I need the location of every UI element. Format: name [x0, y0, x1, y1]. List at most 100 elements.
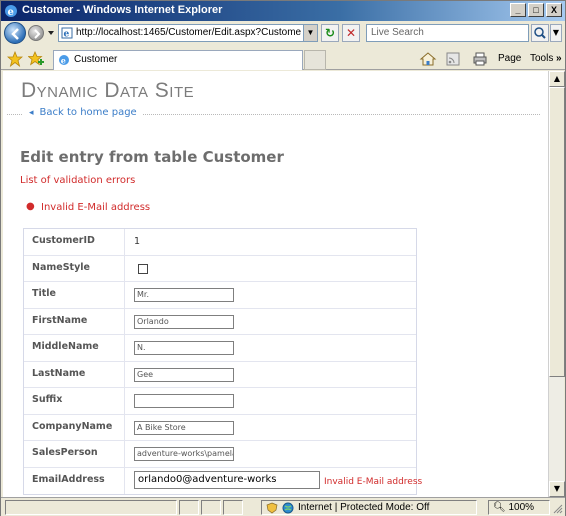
page-menu-label: Page — [498, 53, 522, 64]
search-input[interactable]: Live Search — [366, 24, 529, 42]
scroll-up-arrow-icon[interactable]: ▲ — [549, 71, 565, 87]
back-button[interactable] — [4, 22, 26, 44]
history-dropdown-icon[interactable] — [47, 29, 55, 37]
form-row-emailaddress: EmailAddress orlando0@adventure-works Inva… — [24, 467, 422, 494]
window-controls: _ □ X — [510, 3, 562, 17]
title-input[interactable]: Mr. — [134, 288, 234, 302]
browser-window: e Customer - Windows Internet Explorer _… — [0, 0, 566, 516]
namestyle-checkbox[interactable] — [138, 263, 148, 274]
protected-mode-shield-icon — [266, 502, 278, 514]
page-favicon-icon: e — [59, 55, 69, 66]
form-row-customerid: CustomerID 1 — [24, 229, 416, 256]
form-row-firstname: FirstName Orlando — [24, 308, 416, 335]
form-row-title: Title Mr. — [24, 282, 416, 309]
field-label: Title — [32, 288, 56, 299]
zoom-icon: 🔍︎ — [493, 502, 509, 513]
column-divider — [124, 282, 125, 308]
field-label: FirstName — [32, 314, 88, 326]
page-icon: e — [61, 27, 73, 39]
zoom-level-button[interactable]: 🔍︎ 100% — [488, 500, 550, 515]
column-divider — [124, 414, 125, 440]
validation-error-item: ● Invalid E-Mail address — [26, 201, 151, 213]
address-dropdown-icon[interactable]: ▼ — [303, 25, 317, 41]
column-divider — [124, 335, 125, 361]
field-label: LastName — [32, 367, 86, 379]
more-commands-button[interactable]: » — [556, 51, 562, 67]
zone-text: Internet | Protected Mode: Off — [298, 502, 430, 513]
scroll-thumb[interactable] — [549, 87, 565, 377]
ie-logo-icon: e — [5, 5, 17, 18]
form-row-companyname: CompanyName A Bike Store — [24, 414, 416, 441]
forward-button[interactable] — [28, 25, 44, 41]
form-row-salesperson: SalesPerson adventure-works\pamela — [24, 441, 416, 468]
field-value: 1 — [134, 236, 141, 247]
resize-grip-icon[interactable] — [551, 502, 563, 514]
search-options-dropdown-icon[interactable]: ▼ — [550, 24, 562, 42]
zoom-value: 100% — [508, 502, 535, 513]
window-title: Customer - Windows Internet Explorer — [22, 4, 223, 16]
feeds-button[interactable] — [445, 51, 465, 67]
navigation-bar: e http://localhost:1465/Customer/Edit.as… — [1, 21, 565, 45]
scroll-down-arrow-icon[interactable]: ▼ — [549, 481, 565, 497]
forward-arrow-icon — [34, 29, 41, 39]
companyname-input[interactable]: A Bike Store — [134, 420, 234, 435]
maximize-button[interactable]: □ — [528, 3, 544, 17]
minimize-button[interactable]: _ — [510, 3, 526, 17]
suffix-input[interactable] — [134, 394, 234, 408]
field-label: NameStyle — [32, 261, 90, 273]
column-divider — [124, 361, 125, 387]
bullet-icon: ● — [26, 201, 35, 212]
status-text-cell — [5, 500, 177, 515]
field-label: CustomerID — [32, 235, 95, 246]
feeds-icon — [446, 52, 460, 66]
svg-text:e: e — [61, 56, 66, 66]
column-divider — [124, 229, 125, 255]
page-heading: Edit entry from table Customer — [20, 148, 284, 166]
chevron-left-icon: ◂ — [29, 108, 34, 118]
column-divider — [124, 255, 125, 281]
back-link-label: Back to home page — [39, 107, 137, 118]
home-button[interactable] — [419, 51, 439, 67]
address-url[interactable]: http://localhost:1465/Customer/Edit.aspx… — [76, 27, 301, 38]
tab-label: Customer — [74, 54, 118, 65]
validation-error-text: Invalid E-Mail address — [41, 202, 151, 213]
add-favorites-icon[interactable] — [28, 51, 44, 67]
field-error-message: Invalid E-Mail address — [324, 476, 423, 487]
svg-text:e: e — [64, 30, 70, 40]
back-arrow-icon — [11, 28, 19, 40]
tools-menu[interactable]: Tools — [530, 51, 553, 67]
back-to-home-link[interactable]: ◂ Back to home page — [23, 107, 143, 118]
security-zone[interactable]: Internet | Protected Mode: Off — [261, 500, 477, 515]
column-divider — [124, 388, 125, 414]
salesperson-input[interactable]: adventure-works\pamela — [134, 447, 234, 461]
page-menu[interactable]: Page — [498, 51, 521, 67]
tab-customer[interactable]: e Customer — [53, 50, 303, 70]
stop-button[interactable]: ✕ — [342, 24, 360, 42]
search-button[interactable] — [531, 24, 549, 42]
title-bar[interactable]: e Customer - Windows Internet Explorer _… — [1, 1, 565, 21]
status-cell-2 — [201, 500, 221, 515]
form-row-middlename: MiddleName N. — [24, 335, 416, 362]
tab-bar: e Customer Page Tools » — [1, 48, 565, 70]
column-divider — [124, 441, 125, 467]
emailaddress-input[interactable]: orlando0@adventure-works — [134, 470, 320, 489]
middlename-input[interactable]: N. — [134, 341, 234, 355]
status-bar: Internet | Protected Mode: Off 🔍︎ 100% — [1, 497, 565, 516]
tools-menu-label: Tools — [530, 53, 554, 64]
refresh-icon: ↻ — [324, 26, 336, 40]
home-icon — [419, 52, 437, 66]
field-label: EmailAddress — [32, 473, 105, 485]
field-label: CompanyName — [32, 420, 113, 432]
refresh-button[interactable]: ↻ — [321, 24, 339, 42]
favorites-star-icon[interactable] — [7, 51, 23, 67]
address-bar[interactable]: e http://localhost:1465/Customer/Edit.as… — [58, 24, 318, 42]
vertical-scrollbar[interactable]: ▲ ▼ — [548, 71, 565, 497]
field-label: Suffix — [32, 394, 63, 405]
close-button[interactable]: X — [546, 3, 562, 17]
lastname-input[interactable]: Gee — [134, 367, 234, 382]
print-button[interactable] — [472, 51, 492, 67]
column-divider — [124, 467, 125, 494]
firstname-input[interactable]: Orlando — [134, 314, 234, 329]
form-row-namestyle: NameStyle — [24, 255, 416, 282]
new-tab-button[interactable] — [304, 50, 326, 70]
